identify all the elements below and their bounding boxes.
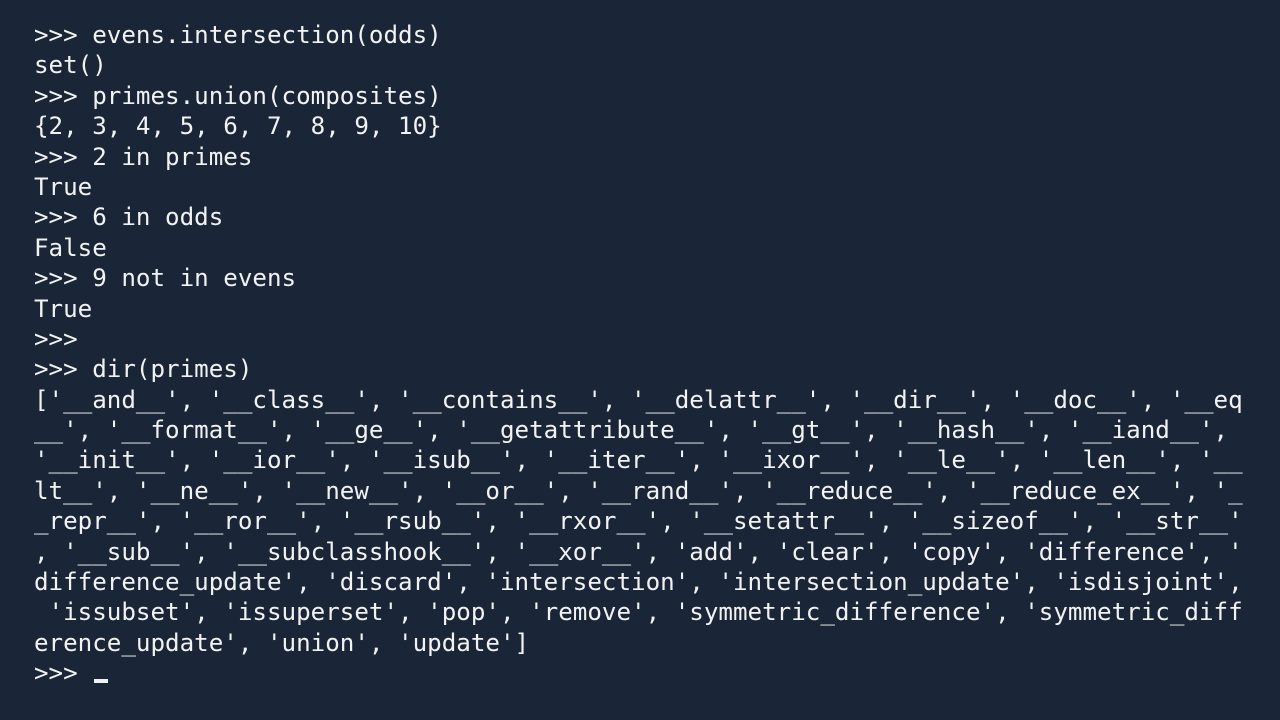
terminal-line: ['__and__', '__class__', '__contains__',… — [34, 385, 1243, 414]
terminal-line: >>> — [34, 324, 78, 353]
text-cursor — [94, 679, 109, 684]
terminal-line: >>> 9 not in evens — [34, 264, 297, 293]
terminal-line: erence_update', 'union', 'update'] — [34, 628, 530, 657]
terminal-line: '__init__', '__ior__', '__isub__', '__it… — [34, 446, 1243, 475]
prompt: >>> — [34, 659, 93, 688]
terminal-line: {2, 3, 4, 5, 6, 7, 8, 9, 10} — [34, 112, 442, 141]
terminal-line: >>> dir(primes) — [34, 355, 253, 384]
terminal-line: >>> 6 in odds — [34, 203, 224, 232]
terminal-line: lt__', '__ne__', '__new__', '__or__', '_… — [34, 476, 1243, 505]
terminal-line: __', '__format__', '__ge__', '__getattri… — [34, 416, 1229, 445]
terminal-line: difference_update', 'discard', 'intersec… — [34, 568, 1243, 597]
terminal-line: >>> 2 in primes — [34, 142, 253, 171]
terminal-window[interactable]: >>> evens.intersection(odds) set() >>> p… — [0, 0, 1280, 720]
terminal-line: 'issubset', 'issuperset', 'pop', 'remove… — [34, 598, 1243, 627]
terminal-line: >>> primes.union(composites) — [34, 81, 442, 110]
terminal-line: _repr__', '__ror__', '__rsub__', '__rxor… — [34, 507, 1243, 536]
terminal-line: >>> evens.intersection(odds) — [34, 21, 442, 49]
terminal-line: , '__sub__', '__subclasshook__', '__xor_… — [34, 537, 1243, 566]
terminal-line: True — [34, 172, 93, 201]
terminal-line: False — [34, 233, 107, 262]
terminal-line: True — [34, 294, 93, 323]
prompt-line[interactable]: >>> — [34, 658, 1274, 688]
terminal-line: set() — [34, 51, 107, 80]
